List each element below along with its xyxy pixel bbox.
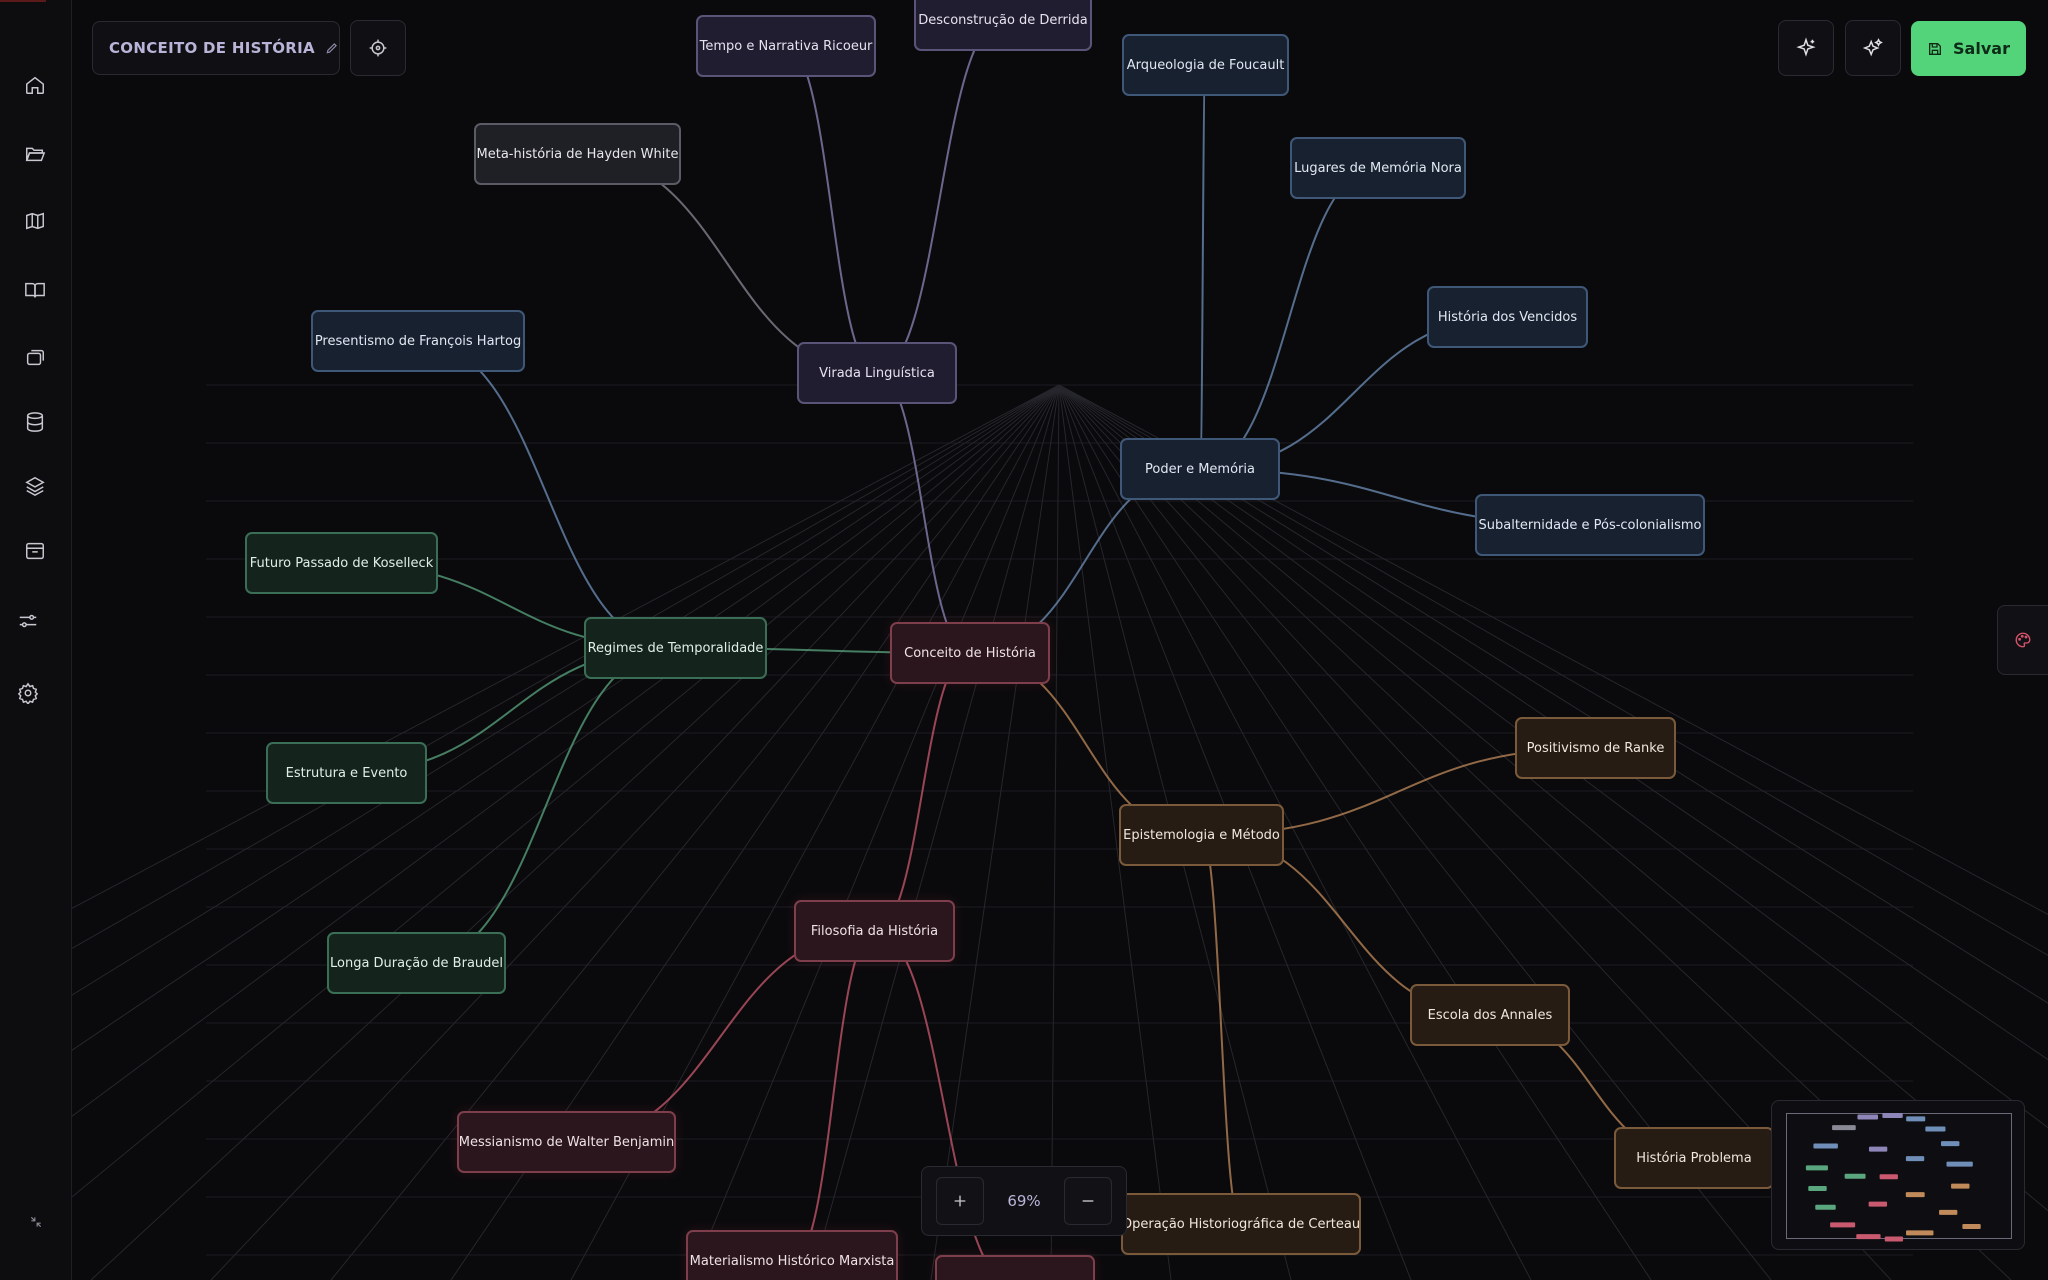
minimap-node bbox=[1832, 1125, 1856, 1131]
node-messianismo-de-walter-benjamin[interactable]: Messianismo de Walter Benjamin bbox=[457, 1111, 676, 1173]
node-tempo-e-narrativa-ricoeur[interactable]: Tempo e Narrativa Ricoeur bbox=[696, 15, 876, 77]
minimap-node bbox=[1830, 1222, 1856, 1228]
minimap-node bbox=[1856, 1234, 1881, 1240]
minimap-node bbox=[1808, 1186, 1827, 1192]
node-lugares-de-memoria-nora[interactable]: Lugares de Memória Nora bbox=[1290, 137, 1466, 199]
copy-icon bbox=[26, 349, 44, 366]
document-title-box[interactable]: CONCEITO DE HISTÓRIA bbox=[92, 21, 340, 75]
minimap-node bbox=[1925, 1126, 1946, 1132]
minimap-node bbox=[1868, 1201, 1888, 1207]
node-partially-hidden[interactable] bbox=[935, 1255, 1095, 1280]
home-icon bbox=[26, 76, 44, 94]
mindmap-canvas[interactable]: Conceito de História Virada Linguística … bbox=[71, 0, 2048, 1280]
node-filosofia-da-historia[interactable]: Filosofia da História bbox=[794, 900, 955, 962]
minimap-node bbox=[1813, 1143, 1838, 1149]
focus-center-button[interactable] bbox=[350, 20, 406, 76]
sidebar-item-archive[interactable] bbox=[17, 533, 53, 569]
minimap[interactable] bbox=[1771, 1100, 2025, 1250]
collapse-icon bbox=[30, 1216, 42, 1228]
database-icon bbox=[26, 412, 44, 432]
node-conceito-de-historia[interactable]: Conceito de História bbox=[890, 622, 1050, 684]
sidebar bbox=[0, 0, 72, 1280]
zoom-controls: 69% bbox=[921, 1166, 1127, 1236]
sidebar-item-folders[interactable] bbox=[17, 135, 53, 171]
crosshair-icon bbox=[369, 39, 387, 57]
node-poder-e-memoria[interactable]: Poder e Memória bbox=[1120, 438, 1280, 500]
layers-icon bbox=[25, 476, 45, 497]
node-operacao-historiografica-de-certeau[interactable]: Operação Historiográfica de Certeau bbox=[1121, 1193, 1361, 1255]
zoom-in-button[interactable] bbox=[936, 1177, 984, 1225]
plus-icon bbox=[954, 1195, 966, 1207]
node-longa-duracao-de-braudel[interactable]: Longa Duração de Braudel bbox=[327, 932, 506, 994]
collapse-sidebar-button[interactable] bbox=[24, 1210, 48, 1234]
minimap-node bbox=[1882, 1113, 1903, 1118]
document-title: CONCEITO DE HISTÓRIA bbox=[109, 39, 315, 57]
pencil-icon[interactable] bbox=[325, 41, 339, 55]
node-presentismo-de-francois-hartog[interactable]: Presentismo de François Hartog bbox=[311, 310, 525, 372]
map-icon bbox=[26, 212, 44, 230]
node-desconstrucao-de-derrida[interactable]: Desconstrução de Derrida bbox=[914, 0, 1092, 51]
node-estrutura-e-evento[interactable]: Estrutura e Evento bbox=[266, 742, 427, 804]
node-futuro-passado-de-koselleck[interactable]: Futuro Passado de Koselleck bbox=[245, 532, 438, 594]
minimap-node bbox=[1815, 1204, 1836, 1210]
sidebar-item-adjustments[interactable] bbox=[10, 603, 46, 639]
gear-icon bbox=[17, 682, 39, 704]
minimap-node bbox=[1879, 1174, 1898, 1180]
sidebar-accent bbox=[0, 0, 46, 2]
sidebar-item-layers[interactable] bbox=[17, 468, 53, 504]
minimap-node bbox=[1857, 1114, 1879, 1120]
book-open-icon bbox=[25, 282, 45, 298]
node-regimes-de-temporalidade[interactable]: Regimes de Temporalidade bbox=[584, 617, 767, 679]
sliders-icon bbox=[19, 614, 37, 628]
minimap-node bbox=[1884, 1236, 1904, 1242]
sidebar-item-maps[interactable] bbox=[17, 203, 53, 239]
sparkles-icon bbox=[1862, 38, 1883, 57]
node-historia-problema[interactable]: História Problema bbox=[1614, 1127, 1774, 1189]
minimap-node bbox=[1941, 1141, 1960, 1147]
minimap-node bbox=[1906, 1116, 1926, 1122]
minimap-node bbox=[1868, 1146, 1888, 1152]
folder-open-icon bbox=[25, 147, 46, 162]
sparkle-icon bbox=[1796, 37, 1816, 57]
palette-icon bbox=[2015, 632, 2031, 648]
node-materialismo-historico-marxista[interactable]: Materialismo Histórico Marxista bbox=[686, 1230, 898, 1280]
minimap-node bbox=[1805, 1165, 1828, 1171]
node-meta-historia-de-hayden-white[interactable]: Meta-história de Hayden White bbox=[474, 123, 681, 185]
minimap-node bbox=[1844, 1173, 1866, 1179]
sidebar-item-copies[interactable] bbox=[17, 339, 53, 375]
node-epistemologia-e-metodo[interactable]: Epistemologia e Método bbox=[1119, 804, 1284, 866]
zoom-out-button[interactable] bbox=[1064, 1177, 1112, 1225]
minimap-node bbox=[1906, 1230, 1934, 1236]
sidebar-item-home[interactable] bbox=[17, 67, 53, 103]
minimap-node bbox=[1962, 1223, 1981, 1229]
node-escola-dos-annales[interactable]: Escola dos Annales bbox=[1410, 984, 1570, 1046]
perspective-grid bbox=[71, 384, 2048, 1280]
save-icon bbox=[1929, 42, 1942, 55]
sidebar-item-library[interactable] bbox=[17, 272, 53, 308]
sidebar-item-settings[interactable] bbox=[10, 675, 46, 711]
sidebar-item-database[interactable] bbox=[17, 404, 53, 440]
theme-palette-tab[interactable] bbox=[1997, 605, 2048, 675]
zoom-level: 69% bbox=[1007, 1192, 1041, 1210]
node-virada-linguistica[interactable]: Virada Linguística bbox=[797, 342, 957, 404]
ai-generate-button[interactable] bbox=[1778, 20, 1834, 76]
node-historia-dos-vencidos[interactable]: História dos Vencidos bbox=[1427, 286, 1588, 348]
save-button-label: Salvar bbox=[1953, 39, 2010, 58]
minimap-node bbox=[1905, 1192, 1925, 1198]
archive-icon bbox=[26, 542, 44, 560]
node-positivismo-de-ranke[interactable]: Positivismo de Ranke bbox=[1515, 717, 1676, 779]
minimap-node bbox=[1946, 1161, 1973, 1167]
node-subalternidade-e-pos-colonialismo[interactable]: Subalternidade e Pós-colonialismo bbox=[1475, 494, 1705, 556]
minimap-node bbox=[1939, 1209, 1958, 1215]
minimap-node bbox=[1905, 1156, 1925, 1162]
save-button[interactable]: Salvar bbox=[1911, 21, 2026, 76]
node-arqueologia-de-foucault[interactable]: Arqueologia de Foucault bbox=[1122, 34, 1289, 96]
minimap-node bbox=[1951, 1183, 1970, 1189]
minimap-preview bbox=[1805, 1113, 1981, 1242]
minus-icon bbox=[1082, 1200, 1094, 1202]
ai-expand-button[interactable] bbox=[1845, 20, 1901, 76]
